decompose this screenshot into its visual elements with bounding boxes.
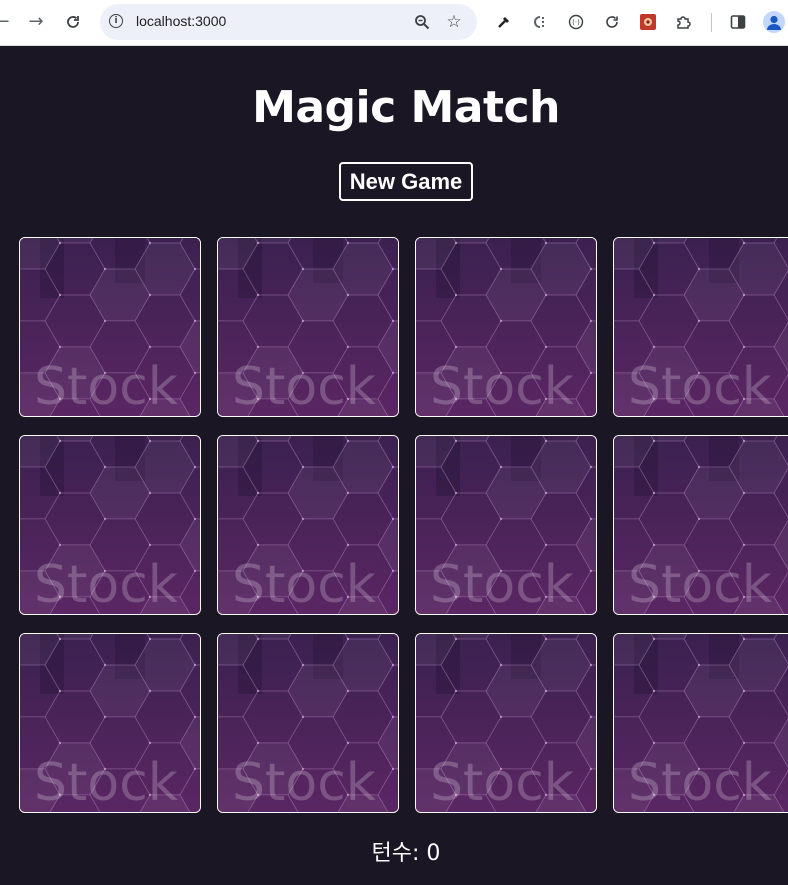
memory-card[interactable]: Stock xyxy=(19,237,201,417)
memory-card[interactable]: Stock xyxy=(217,237,399,417)
card-watermark: Stock xyxy=(628,555,772,614)
card-back-image: Stock xyxy=(218,634,398,812)
memory-card[interactable]: Stock xyxy=(613,435,788,615)
memory-card[interactable]: Stock xyxy=(415,435,597,615)
page-title: Magic Match xyxy=(252,82,560,133)
card-back-image: Stock xyxy=(614,634,788,812)
memory-card[interactable]: Stock xyxy=(613,237,788,417)
card-watermark: Stock xyxy=(34,753,178,812)
memory-card[interactable]: Stock xyxy=(217,435,399,615)
card-back-image: Stock xyxy=(416,634,596,812)
zoom-icon[interactable] xyxy=(408,8,436,36)
browser-toolbar: ← → i localhost:3000 ☆ (·) xyxy=(0,0,788,46)
turns-counter: 턴수: 0 xyxy=(371,841,441,866)
url-text[interactable]: localhost:3000 xyxy=(136,13,226,29)
extension-icon[interactable] xyxy=(634,8,662,36)
forward-icon[interactable]: → xyxy=(22,8,50,36)
card-watermark: Stock xyxy=(628,753,772,812)
card-watermark: Stock xyxy=(628,357,772,416)
card-back-image: Stock xyxy=(218,436,398,614)
profile-icon[interactable] xyxy=(763,11,785,33)
toolbar-divider xyxy=(711,13,712,32)
memory-card[interactable]: Stock xyxy=(19,435,201,615)
card-watermark: Stock xyxy=(430,753,574,812)
card-back-image: Stock xyxy=(416,238,596,416)
sidebar-icon[interactable] xyxy=(724,8,752,36)
card-watermark: Stock xyxy=(232,555,376,614)
back-icon[interactable]: ← xyxy=(0,8,16,36)
card-watermark: Stock xyxy=(430,357,574,416)
memory-card[interactable]: Stock xyxy=(415,237,597,417)
memory-card[interactable]: Stock xyxy=(415,633,597,813)
card-watermark: Stock xyxy=(34,555,178,614)
extension-icon[interactable] xyxy=(526,8,554,36)
star-icon[interactable]: ☆ xyxy=(440,8,468,36)
address-bar[interactable]: i localhost:3000 ☆ xyxy=(100,4,477,40)
card-back-image: Stock xyxy=(614,436,788,614)
memory-card[interactable]: Stock xyxy=(217,633,399,813)
card-watermark: Stock xyxy=(232,357,376,416)
reload-icon[interactable] xyxy=(59,8,87,36)
svg-text:(·): (·) xyxy=(572,19,580,27)
reload-icon[interactable] xyxy=(598,8,626,36)
card-back-image: Stock xyxy=(416,436,596,614)
card-watermark: Stock xyxy=(34,357,178,416)
card-watermark: Stock xyxy=(232,753,376,812)
new-game-button[interactable]: New Game xyxy=(339,162,473,201)
card-back-image: Stock xyxy=(20,238,200,416)
memory-card[interactable]: Stock xyxy=(613,633,788,813)
card-back-image: Stock xyxy=(20,436,200,614)
eyedropper-icon[interactable] xyxy=(490,8,518,36)
info-icon[interactable]: i xyxy=(109,14,123,28)
card-back-image: Stock xyxy=(20,634,200,812)
puzzle-icon[interactable] xyxy=(670,8,698,36)
extension-icon[interactable]: (·) xyxy=(562,8,590,36)
memory-card[interactable]: Stock xyxy=(19,633,201,813)
card-back-image: Stock xyxy=(218,238,398,416)
card-back-image: Stock xyxy=(614,238,788,416)
card-watermark: Stock xyxy=(430,555,574,614)
